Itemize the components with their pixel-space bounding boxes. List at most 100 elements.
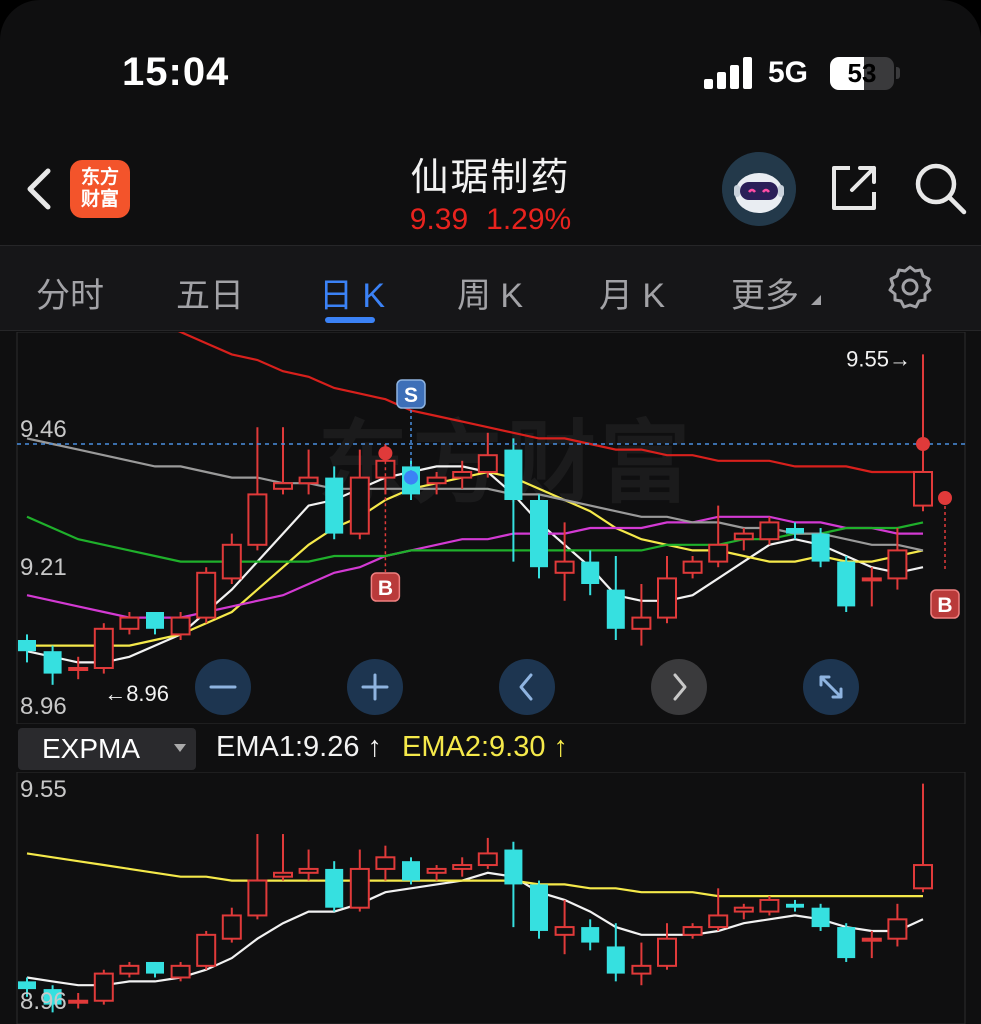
zoom-out-button[interactable] bbox=[195, 659, 251, 715]
average-line-1 bbox=[26, 852, 923, 898]
tab-daily-k[interactable]: 日 K bbox=[319, 268, 385, 317]
candle-body-down bbox=[581, 561, 600, 584]
candle-body-down bbox=[146, 961, 164, 974]
candle-body-up bbox=[657, 577, 677, 619]
candle-body-up bbox=[349, 476, 370, 535]
next-button[interactable] bbox=[651, 659, 707, 715]
candle-body-up bbox=[273, 482, 293, 490]
tab-five-day[interactable]: 五日 bbox=[176, 268, 244, 317]
buy-marker-text: B bbox=[378, 577, 393, 600]
candle-body-down bbox=[504, 449, 523, 500]
candle-body-up bbox=[452, 864, 473, 870]
candle-body-up bbox=[708, 543, 729, 563]
sub-price-low-label: 8.96 bbox=[20, 988, 67, 1015]
buy-marker-text: B bbox=[937, 594, 952, 617]
candle-body-up bbox=[426, 867, 447, 874]
candle-body-up bbox=[93, 972, 114, 1002]
plus-icon bbox=[361, 673, 389, 701]
candle-body-up bbox=[682, 560, 703, 574]
chevron-right-icon bbox=[673, 673, 687, 701]
battery-cap bbox=[896, 67, 900, 79]
tab-more[interactable]: 更多 bbox=[731, 268, 799, 317]
candle-body-up bbox=[68, 999, 89, 1004]
candle-body-up bbox=[375, 856, 396, 870]
candle-body-up bbox=[221, 543, 242, 580]
stock-change-pct: 1.29% bbox=[486, 203, 572, 236]
candle-body-up bbox=[657, 937, 677, 967]
candle-body-down bbox=[837, 927, 856, 959]
indicator-select[interactable]: EXPMA bbox=[18, 728, 196, 770]
candle-body-down bbox=[530, 500, 548, 568]
candle-body-down bbox=[402, 861, 420, 881]
sell-marker-dot bbox=[404, 470, 418, 485]
candle-body-down bbox=[146, 612, 164, 629]
candle-body-up bbox=[170, 964, 191, 979]
candle-body-up bbox=[554, 560, 575, 574]
gear-icon[interactable] bbox=[886, 263, 934, 311]
candle-body-up bbox=[452, 471, 473, 479]
battery-text: 53 bbox=[847, 58, 877, 88]
battery-icon: 53 bbox=[830, 57, 894, 90]
period-tab-bar: 分时 五日 日 K 周 K 月 K 更多 bbox=[0, 245, 981, 331]
chevron-left-icon bbox=[519, 673, 533, 701]
zoom-in-button[interactable] bbox=[347, 659, 403, 715]
candle-body-down bbox=[530, 884, 548, 931]
ema2-value: EMA2:9.30 ↑ bbox=[402, 731, 569, 763]
candle-body-up bbox=[733, 532, 754, 541]
candle-body-down bbox=[504, 849, 523, 885]
candle-body-up bbox=[708, 914, 729, 929]
candle-body-up bbox=[221, 914, 242, 940]
chart-frame bbox=[16, 772, 966, 1024]
average-line-0 bbox=[26, 465, 924, 664]
candle-body-down bbox=[325, 477, 344, 534]
candle-body-up bbox=[196, 571, 217, 619]
ema1-value: EMA1:9.26 ↑ bbox=[216, 731, 383, 763]
search-icon[interactable] bbox=[912, 160, 968, 216]
candle-body-down bbox=[811, 907, 830, 928]
average-line-5 bbox=[177, 332, 923, 474]
fullscreen-button[interactable] bbox=[803, 659, 859, 715]
ema2-text: EMA2:9.30 bbox=[402, 731, 546, 763]
candle-body-up bbox=[93, 627, 114, 669]
candle-body-down bbox=[581, 927, 600, 943]
candle-body-down bbox=[786, 528, 804, 534]
main-price-mid-label: 9.21 bbox=[20, 554, 67, 581]
candle-body-up bbox=[759, 898, 780, 913]
candle-body-up bbox=[887, 918, 908, 940]
tab-intraday[interactable]: 分时 bbox=[36, 268, 104, 317]
min-price-marker: ←8.96 bbox=[104, 681, 169, 706]
candle-body-up bbox=[477, 852, 498, 867]
candle-body-down bbox=[606, 946, 625, 974]
sub-price-high-label: 9.55 bbox=[20, 776, 67, 803]
more-dropdown-icon bbox=[811, 295, 821, 305]
candle-body-up bbox=[119, 964, 140, 975]
last-price-dot bbox=[916, 437, 930, 451]
main-price-low-label: 8.96 bbox=[20, 693, 67, 720]
indicator-name: EXPMA bbox=[42, 733, 141, 764]
candle-body-down bbox=[606, 589, 625, 629]
previous-button[interactable] bbox=[499, 659, 555, 715]
candle-body-up bbox=[759, 521, 780, 541]
candle-body-up bbox=[170, 616, 191, 636]
candle-body-up bbox=[273, 871, 293, 878]
candle-body-down bbox=[811, 533, 830, 562]
candle-body-up bbox=[733, 906, 754, 913]
share-icon[interactable] bbox=[826, 160, 882, 216]
expma-chart[interactable] bbox=[0, 772, 981, 1024]
tab-monthly-k[interactable]: 月 K bbox=[599, 268, 665, 317]
sell-marker-text: S bbox=[404, 384, 418, 407]
max-price-marker: 9.55→ bbox=[846, 346, 911, 371]
tab-weekly-k[interactable]: 周 K bbox=[457, 268, 523, 317]
candle-body-down bbox=[786, 903, 804, 908]
active-tab-underline bbox=[325, 317, 375, 323]
candle-body-up bbox=[631, 964, 652, 975]
candle-body-up bbox=[426, 476, 447, 485]
candle-body-down bbox=[837, 561, 856, 607]
ema1-text: EMA1:9.26 bbox=[216, 731, 360, 763]
candle-body-up bbox=[631, 616, 652, 630]
candle-body-up bbox=[861, 577, 882, 582]
candle-body-up bbox=[196, 933, 217, 967]
candle-body-up bbox=[861, 937, 882, 942]
candle-body-up bbox=[119, 616, 140, 630]
robot-assistant-avatar[interactable] bbox=[722, 152, 796, 226]
